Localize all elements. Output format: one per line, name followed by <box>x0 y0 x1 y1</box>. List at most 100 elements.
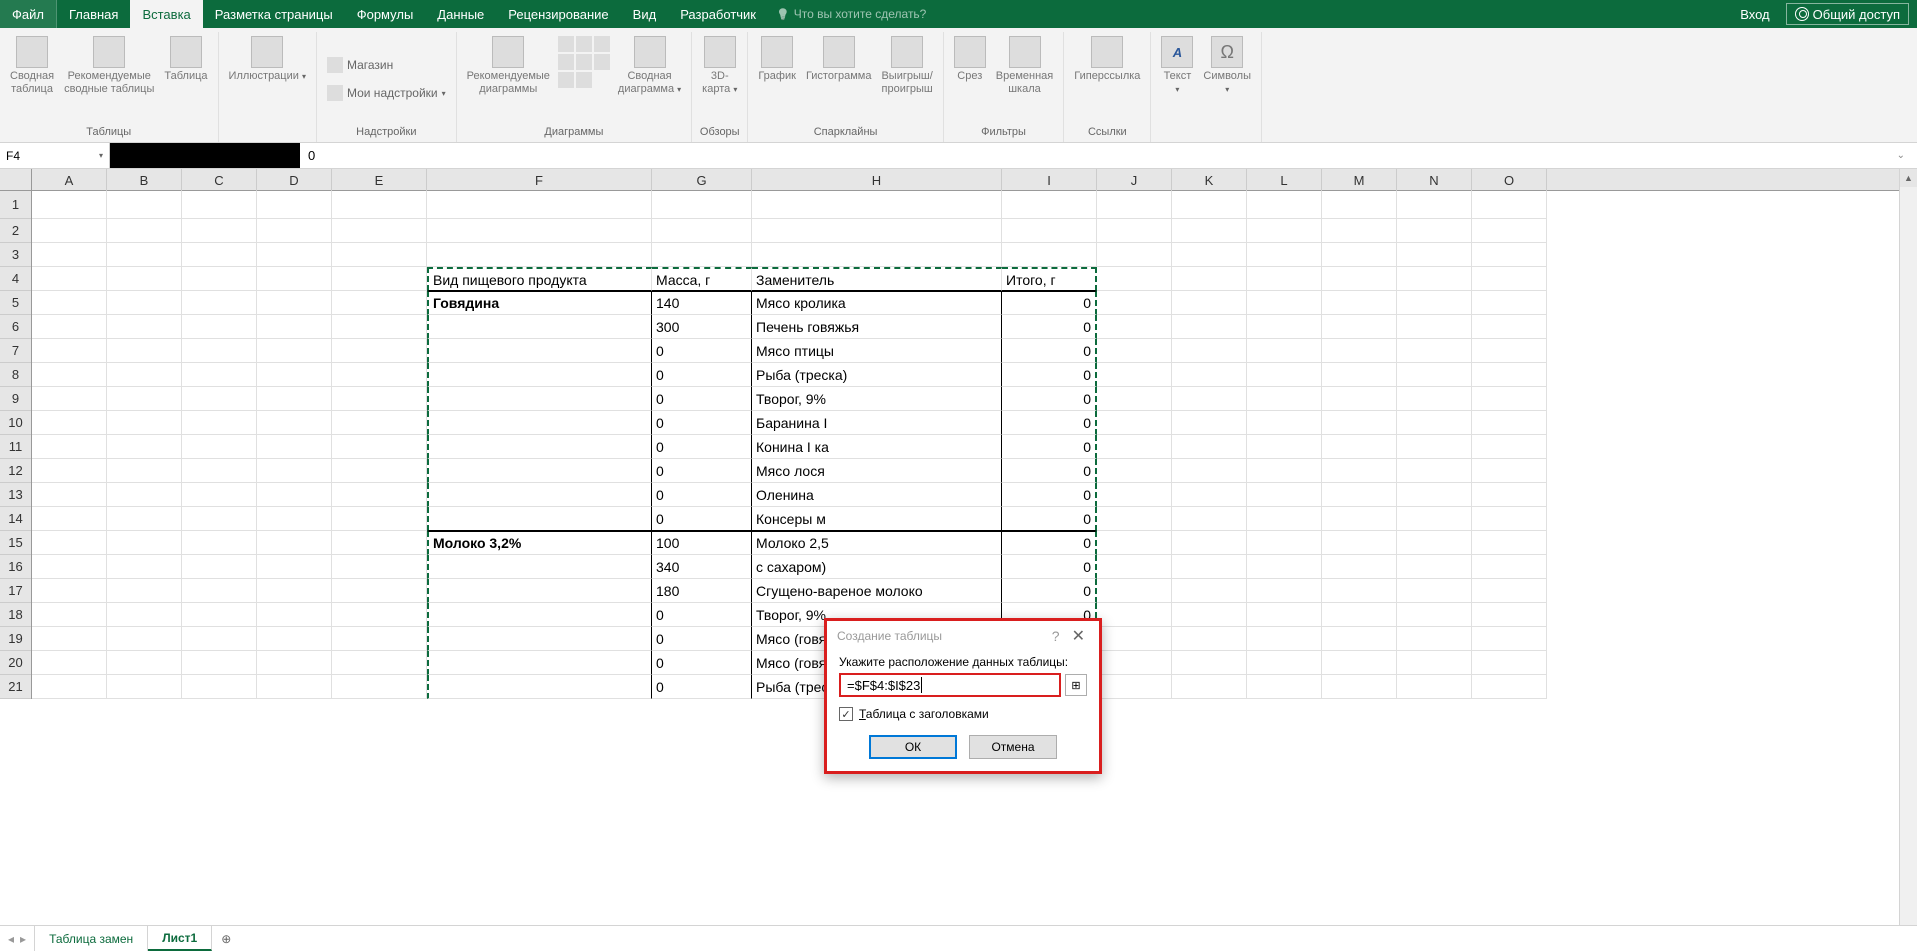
cell-B15[interactable] <box>107 531 182 555</box>
cell-D15[interactable] <box>257 531 332 555</box>
dialog-range-input[interactable]: =$F$4:$I$23 <box>839 673 1061 697</box>
sheet-tab-2[interactable]: Лист1 <box>148 926 212 951</box>
cell-G11[interactable]: 0 <box>652 435 752 459</box>
cell-L11[interactable] <box>1247 435 1322 459</box>
cell-F17[interactable] <box>427 579 652 603</box>
cell-D8[interactable] <box>257 363 332 387</box>
cell-F2[interactable] <box>427 219 652 243</box>
cell-A6[interactable] <box>32 315 107 339</box>
cell-N11[interactable] <box>1397 435 1472 459</box>
cell-D6[interactable] <box>257 315 332 339</box>
cell-K9[interactable] <box>1172 387 1247 411</box>
cell-A18[interactable] <box>32 603 107 627</box>
col-header-E[interactable]: E <box>332 169 427 191</box>
cell-N20[interactable] <box>1397 651 1472 675</box>
cell-J5[interactable] <box>1097 291 1172 315</box>
cell-N10[interactable] <box>1397 411 1472 435</box>
dialog-help-icon[interactable]: ? <box>1052 628 1068 644</box>
cell-O3[interactable] <box>1472 243 1547 267</box>
cell-C11[interactable] <box>182 435 257 459</box>
cell-E3[interactable] <box>332 243 427 267</box>
cell-N18[interactable] <box>1397 603 1472 627</box>
cell-C15[interactable] <box>182 531 257 555</box>
cell-D2[interactable] <box>257 219 332 243</box>
cell-K4[interactable] <box>1172 267 1247 291</box>
cell-B20[interactable] <box>107 651 182 675</box>
cell-A19[interactable] <box>32 627 107 651</box>
cell-J7[interactable] <box>1097 339 1172 363</box>
cell-G2[interactable] <box>652 219 752 243</box>
cell-M17[interactable] <box>1322 579 1397 603</box>
cell-I3[interactable] <box>1002 243 1097 267</box>
cell-C3[interactable] <box>182 243 257 267</box>
chart-type-icon[interactable] <box>594 36 610 52</box>
tab-view[interactable]: Вид <box>621 0 669 28</box>
cell-E11[interactable] <box>332 435 427 459</box>
cell-M5[interactable] <box>1322 291 1397 315</box>
cell-N8[interactable] <box>1397 363 1472 387</box>
cell-E20[interactable] <box>332 651 427 675</box>
row-header-4[interactable]: 4 <box>0 267 31 291</box>
cell-A16[interactable] <box>32 555 107 579</box>
cell-D20[interactable] <box>257 651 332 675</box>
cell-L9[interactable] <box>1247 387 1322 411</box>
tab-page-layout[interactable]: Разметка страницы <box>203 0 345 28</box>
cell-K1[interactable] <box>1172 191 1247 219</box>
cell-I8[interactable]: 0 <box>1002 363 1097 387</box>
cell-F4[interactable]: Вид пищевого продукта <box>427 267 652 291</box>
cell-O15[interactable] <box>1472 531 1547 555</box>
cell-A1[interactable] <box>32 191 107 219</box>
tell-me-search[interactable]: Что вы хотите сделать? <box>768 0 934 28</box>
cell-L7[interactable] <box>1247 339 1322 363</box>
sparkline-line-button[interactable]: График <box>754 34 800 85</box>
cell-J2[interactable] <box>1097 219 1172 243</box>
cell-I17[interactable]: 0 <box>1002 579 1097 603</box>
cell-E13[interactable] <box>332 483 427 507</box>
cell-C20[interactable] <box>182 651 257 675</box>
cell-J20[interactable] <box>1097 651 1172 675</box>
cell-M21[interactable] <box>1322 675 1397 699</box>
cell-L6[interactable] <box>1247 315 1322 339</box>
chart-type-icon[interactable] <box>576 72 592 88</box>
cell-L2[interactable] <box>1247 219 1322 243</box>
cell-B3[interactable] <box>107 243 182 267</box>
cell-O8[interactable] <box>1472 363 1547 387</box>
my-addins-button[interactable]: Мои надстройки ▾ <box>323 83 450 103</box>
cell-L15[interactable] <box>1247 531 1322 555</box>
cell-L13[interactable] <box>1247 483 1322 507</box>
cell-M11[interactable] <box>1322 435 1397 459</box>
cell-H5[interactable]: Мясо кролика <box>752 291 1002 315</box>
cell-G19[interactable]: 0 <box>652 627 752 651</box>
cell-J6[interactable] <box>1097 315 1172 339</box>
cell-H15[interactable]: Молоко 2,5 <box>752 531 1002 555</box>
cell-C1[interactable] <box>182 191 257 219</box>
cell-J10[interactable] <box>1097 411 1172 435</box>
cells-area[interactable]: Таблица заменВид пищевого продуктаМасса,… <box>32 191 1917 925</box>
row-header-16[interactable]: 16 <box>0 555 31 579</box>
text-button[interactable]: AТекст▾ <box>1157 34 1197 98</box>
cell-D3[interactable] <box>257 243 332 267</box>
name-box[interactable]: F4▾ <box>0 143 110 168</box>
slicer-button[interactable]: Срез <box>950 34 990 85</box>
cell-D5[interactable] <box>257 291 332 315</box>
cell-J1[interactable] <box>1097 191 1172 219</box>
cell-B21[interactable] <box>107 675 182 699</box>
cell-K3[interactable] <box>1172 243 1247 267</box>
cell-O19[interactable] <box>1472 627 1547 651</box>
cell-D18[interactable] <box>257 603 332 627</box>
cell-A14[interactable] <box>32 507 107 531</box>
cell-L20[interactable] <box>1247 651 1322 675</box>
cell-H17[interactable]: Сгущено-вареное молоко <box>752 579 1002 603</box>
cell-O14[interactable] <box>1472 507 1547 531</box>
cell-N14[interactable] <box>1397 507 1472 531</box>
cell-B1[interactable] <box>107 191 182 219</box>
cell-L5[interactable] <box>1247 291 1322 315</box>
sparkline-column-button[interactable]: Гистограмма <box>802 34 876 85</box>
cell-F6[interactable] <box>427 315 652 339</box>
cell-M3[interactable] <box>1322 243 1397 267</box>
cell-G8[interactable]: 0 <box>652 363 752 387</box>
cell-O20[interactable] <box>1472 651 1547 675</box>
dropdown-arrow-icon[interactable]: ▾ <box>99 151 103 160</box>
cell-B12[interactable] <box>107 459 182 483</box>
cell-N7[interactable] <box>1397 339 1472 363</box>
